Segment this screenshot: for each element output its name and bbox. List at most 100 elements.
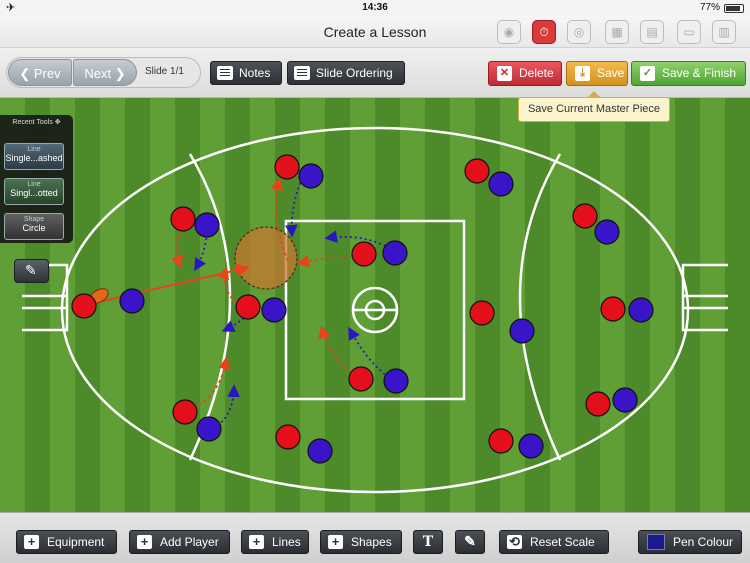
prev-button[interactable]: ❮ Prev: [8, 59, 72, 86]
field-canvas[interactable]: [0, 98, 750, 512]
save-finish-label: Save & Finish: [662, 66, 737, 80]
bottom-toolbar: + Equipment + Add Player + Lines + Shape…: [0, 512, 750, 563]
red-player[interactable]: [274, 154, 300, 180]
blue-player[interactable]: [382, 240, 408, 266]
stopwatch-icon[interactable]: ⏱: [532, 20, 556, 44]
equipment-button[interactable]: + Equipment: [16, 530, 117, 554]
pen-icon: ✎: [464, 534, 476, 550]
chevron-left-icon: ❮: [19, 66, 34, 81]
blue-player[interactable]: [488, 171, 514, 197]
toolbar: ❮ Prev Next ❯ Slide 1/1 Notes Slide Orde…: [0, 48, 750, 98]
save-label: Save: [597, 66, 625, 80]
blue-player[interactable]: [612, 387, 638, 413]
red-player[interactable]: [585, 391, 611, 417]
pen-colour-button[interactable]: Pen Colour: [638, 530, 742, 554]
shapes-button[interactable]: + Shapes: [320, 530, 402, 554]
slide-ordering-label: Slide Ordering: [316, 66, 393, 80]
save-icon: ⤓: [575, 66, 590, 81]
clipboard-icon[interactable]: ◉: [497, 20, 521, 44]
blue-player[interactable]: [383, 368, 409, 394]
prev-label: Prev: [33, 66, 61, 81]
lines-button[interactable]: + Lines: [241, 530, 309, 554]
text-tool-button[interactable]: T: [413, 530, 443, 554]
red-player[interactable]: [235, 294, 261, 320]
recent-tool-value: Single...ashed: [5, 153, 63, 163]
close-icon: ✕: [497, 66, 512, 81]
recent-tools-header: Recent Tools ✥: [0, 118, 73, 126]
save-button[interactable]: ⤓ Save: [566, 61, 628, 86]
notes-label: Notes: [239, 66, 271, 80]
red-player[interactable]: [351, 241, 377, 267]
save-finish-button[interactable]: ✓ Save & Finish: [631, 61, 746, 86]
battery-icon: [724, 4, 744, 13]
save-tooltip: Save Current Master Piece: [518, 91, 670, 122]
recent-tool-line-dotted[interactable]: Line Singl...otted: [4, 178, 64, 205]
red-team: [71, 154, 626, 454]
document-icon[interactable]: ▤: [640, 20, 664, 44]
blue-player[interactable]: [518, 433, 544, 459]
recent-tool-kind: Line: [27, 181, 41, 188]
next-button[interactable]: Next ❯: [73, 59, 137, 86]
recent-tool-value: Circle: [22, 223, 46, 233]
grid-icon[interactable]: ▥: [712, 20, 736, 44]
slide-ordering-button[interactable]: Slide Ordering: [287, 61, 405, 85]
pen-edit-button[interactable]: ✎: [455, 530, 485, 554]
blue-team: [119, 163, 654, 464]
red-player[interactable]: [71, 293, 97, 319]
refresh-icon: ⟲: [507, 535, 522, 549]
chevron-right-icon: ❯: [111, 66, 126, 81]
plus-icon: +: [328, 535, 343, 549]
reset-scale-button[interactable]: ⟲ Reset Scale: [499, 530, 609, 554]
playing-field[interactable]: [0, 98, 750, 512]
blue-player[interactable]: [307, 438, 333, 464]
recent-tools-title: Recent Tools: [12, 119, 53, 126]
delete-button[interactable]: ✕ Delete: [488, 61, 562, 86]
red-player[interactable]: [348, 366, 374, 392]
blue-player[interactable]: [594, 219, 620, 245]
blue-player[interactable]: [119, 288, 145, 314]
add-player-label: Add Player: [160, 535, 219, 549]
pen-colour-label: Pen Colour: [673, 535, 734, 549]
equipment-label: Equipment: [47, 535, 105, 549]
shapes-label: Shapes: [351, 535, 392, 549]
blue-player[interactable]: [509, 318, 535, 344]
red-player[interactable]: [572, 203, 598, 229]
battery-percent: 77%: [699, 2, 720, 13]
recent-tool-value: Singl...otted: [10, 188, 58, 198]
red-player[interactable]: [488, 428, 514, 454]
text-tool-label: T: [422, 534, 434, 550]
page-title: Create a Lesson: [323, 24, 427, 40]
notes-icon: [217, 66, 233, 80]
move-icon[interactable]: ✥: [55, 119, 61, 126]
blue-player[interactable]: [194, 212, 220, 238]
whistle-icon[interactable]: ◎: [567, 20, 591, 44]
slide-nav: ❮ Prev Next ❯ Slide 1/1: [6, 57, 201, 88]
blue-player[interactable]: [261, 297, 287, 323]
notes-button[interactable]: Notes: [210, 61, 282, 85]
blue-player[interactable]: [628, 297, 654, 323]
calendar-icon[interactable]: ▦: [605, 20, 629, 44]
lines-label: Lines: [272, 535, 301, 549]
blue-player[interactable]: [196, 416, 222, 442]
recent-tool-kind: Shape: [23, 216, 45, 223]
red-player[interactable]: [600, 296, 626, 322]
recent-tools-panel: Recent Tools ✥ Line Single...ashed Line …: [0, 115, 73, 243]
red-player[interactable]: [464, 158, 490, 184]
recent-tool-shape-circle[interactable]: Shape Circle: [4, 213, 64, 240]
plus-icon: +: [249, 535, 264, 549]
red-player[interactable]: [469, 300, 495, 326]
pen-tool-button[interactable]: [14, 259, 49, 283]
status-bar: ✈ 14:36 77%: [0, 0, 750, 16]
add-player-button[interactable]: + Add Player: [129, 530, 230, 554]
slide-indicator: Slide 1/1: [145, 66, 184, 77]
pen-colour-swatch: [647, 534, 665, 550]
red-player[interactable]: [170, 206, 196, 232]
check-icon: ✓: [640, 66, 655, 81]
reset-scale-label: Reset Scale: [530, 535, 595, 549]
blue-player[interactable]: [298, 163, 324, 189]
tablet-icon[interactable]: ▭: [677, 20, 701, 44]
recent-tool-line-dashed[interactable]: Line Single...ashed: [4, 143, 64, 170]
red-player[interactable]: [172, 399, 198, 425]
film-icon: [294, 66, 310, 80]
red-player[interactable]: [275, 424, 301, 450]
